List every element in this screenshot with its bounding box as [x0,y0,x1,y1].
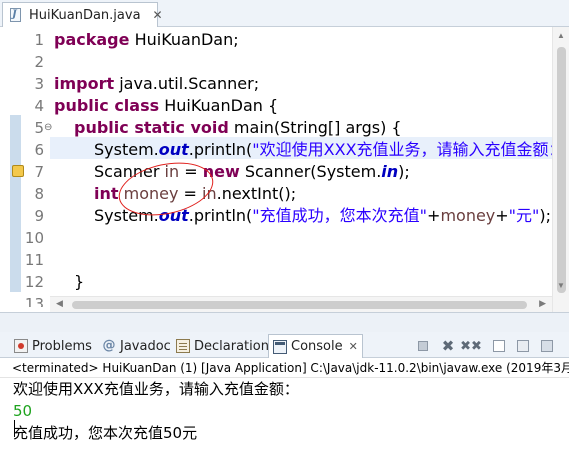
code-text: .println( [188,140,253,159]
code-text: Scanner(System. [239,162,382,181]
text-caret [14,420,15,437]
code-text: + [495,206,509,225]
views-tab-bar: Problems @ Javadoc Declaration Console ✕… [0,332,569,358]
remove-icon: ✖ [441,337,455,355]
console-output-line: 欢迎使用XXX充值业务，请输入充值金额： [13,380,299,398]
problems-icon [14,339,28,353]
panel-divider[interactable] [0,312,569,332]
code-line-11: 11 [0,249,552,271]
code-line-9: 9 System.out.println("充值成功，您本次充值"+money+… [0,205,552,227]
line-number: 7 [34,163,44,181]
remove-all-terminated-button[interactable]: ✖✖ [460,338,482,354]
line-number: 1 [34,31,44,49]
scrollbar-thumb[interactable] [72,301,527,309]
java-file-icon: J [9,7,23,23]
tab-label: Problems [32,338,92,354]
terminate-button[interactable] [415,338,431,354]
code-text: java.util.Scanner; [114,74,260,93]
code-line-3: 3 import java.util.Scanner; [0,73,552,95]
code-text: ); [398,162,410,181]
editor-vertical-scrollbar[interactable]: ▲ ▼ [552,27,569,312]
keyword: int [94,184,119,203]
tab-console[interactable]: Console ✕ [268,334,363,358]
line-number: 4 [34,97,44,115]
keyword: import [54,74,115,93]
stop-icon [418,341,428,351]
line-number: 6 [34,141,44,159]
line-number: 9 [34,207,44,225]
code-text: } [74,272,85,291]
code-line-5: 5 ⊖ public static void main(String[] arg… [0,117,552,139]
tab-javadoc[interactable]: @ Javadoc [98,334,175,358]
code-line-6: 6 System.out.println("欢迎使用XXX充值业务，请输入充值金… [0,139,569,161]
line-number: 11 [24,251,44,269]
line-number: 12 [24,273,44,291]
local-variable: money [440,206,496,225]
close-icon[interactable]: ✕ [349,340,358,353]
declaration-icon [176,339,190,353]
remove-launch-button[interactable]: ✖ [440,337,456,355]
editor-tab-huikuandan[interactable]: J HuiKuanDan.java ✕ [2,2,163,27]
scroll-lock-icon [517,340,529,352]
clear-icon [493,340,505,352]
code-line-7: 7 Scanner in = new Scanner(System.in); [0,161,552,183]
code-line-10: 10 [0,227,552,249]
code-line-8: 8 int money = in.nextInt(); [0,183,552,205]
code-text: .println( [188,206,253,225]
tab-problems[interactable]: Problems [10,334,96,358]
string-literal: "元" [508,206,540,225]
tab-label: Declaration [194,338,269,354]
editor-tab-label: HuiKuanDan.java [29,7,141,23]
line-number: 5 [34,119,44,137]
fold-icon[interactable]: ⊖ [44,117,52,139]
code-text: HuiKuanDan; [129,30,239,49]
code-line-1: 1 package HuiKuanDan; [0,29,552,51]
scrollbar-thumb[interactable] [557,47,566,293]
code-text: + [427,206,441,225]
code-text: System. [94,140,159,159]
code-editor[interactable]: 1 package HuiKuanDan; 2 3 import java.ut… [0,27,569,312]
remove-all-icon: ✖✖ [460,338,482,354]
static-field: in [381,162,399,181]
code-text: .nextInt(); [216,184,297,203]
code-text: HuiKuanDan { [159,96,279,115]
static-field: out [158,140,189,159]
editor-horizontal-scrollbar[interactable]: ◀ ▶ [50,296,552,312]
tab-label: Console [291,339,343,354]
string-literal: "欢迎使用XXX充值业务，请输入充值金额：" [252,140,569,159]
pin-console-button[interactable] [539,338,555,354]
console-output[interactable]: 欢迎使用XXX充值业务，请输入充值金额： 50 充值成功，您本次充值50元 [0,378,569,469]
console-output-line: 充值成功，您本次充值50元 [13,424,198,442]
line-number: 10 [24,229,44,247]
line-number: 2 [34,53,44,71]
clear-console-button[interactable] [491,338,507,354]
scroll-right-icon[interactable]: ▶ [539,298,546,309]
string-literal: "充值成功，您本次充值" [252,206,428,225]
close-icon[interactable]: ✕ [153,8,163,22]
code-text: main(String[] args) { [228,118,402,137]
keyword: public static void [74,118,229,137]
line-number: 3 [34,75,44,93]
console-description: <terminated> HuiKuanDan (1) [Java Applic… [0,358,569,378]
scroll-lock-button[interactable] [515,338,531,354]
tab-label: Javadoc [120,338,171,354]
code-line-12: 12 } [0,271,552,293]
scroll-left-icon[interactable]: ◀ [56,298,63,309]
editor-tab-bar: J HuiKuanDan.java ✕ [0,0,569,27]
scroll-up-icon[interactable]: ▲ [553,31,569,40]
code-text: ); [539,206,552,225]
line-number: 8 [34,185,44,203]
pin-icon [541,340,553,352]
keyword: public class [54,96,160,115]
code-line-2: 2 [0,51,552,73]
code-line-4: 4 public class HuiKuanDan { [0,95,552,117]
console-input-line: 50 [13,402,33,420]
keyword: package [54,30,130,49]
scroll-down-icon[interactable]: ▼ [553,281,569,290]
tab-declaration[interactable]: Declaration [172,334,273,358]
line-number: 13 [24,295,44,307]
javadoc-icon: @ [102,338,116,353]
console-icon [273,339,287,354]
